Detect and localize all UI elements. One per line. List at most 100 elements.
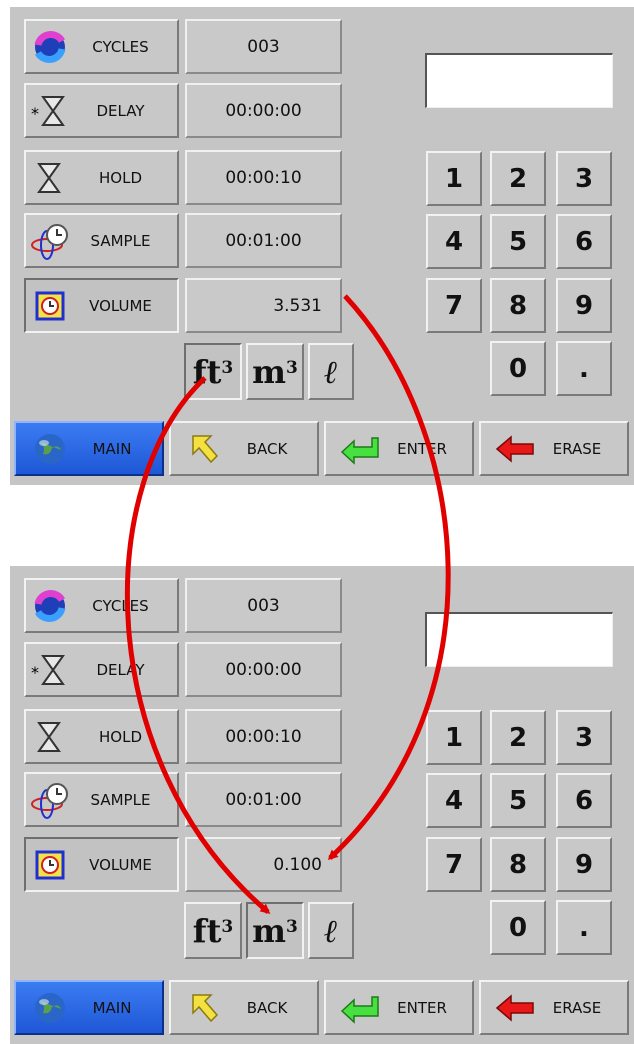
hold-value[interactable]: 00:00:10 — [185, 709, 342, 764]
cycles-value[interactable]: 003 — [185, 578, 342, 633]
hourglass-delay-icon: * — [31, 95, 65, 126]
key-3[interactable]: 3 — [556, 710, 612, 765]
sample-button[interactable]: SAMPLE — [24, 213, 179, 268]
unit-ft3-label: ft — [192, 911, 222, 950]
hourglass-icon — [37, 721, 61, 752]
unit-liter-label: ℓ — [324, 911, 338, 950]
unit-ft3-exponent: 3 — [221, 916, 234, 937]
unit-liter-label: ℓ — [324, 352, 338, 391]
delay-value[interactable]: 00:00:00 — [185, 642, 342, 697]
cycles-label: CYCLES — [92, 37, 149, 56]
unit-ft3-button[interactable]: ft 3 — [184, 902, 242, 959]
delay-button[interactable]: * DELAY — [24, 83, 179, 138]
erase-button[interactable]: ERASE — [479, 980, 629, 1035]
key-2[interactable]: 2 — [490, 151, 546, 206]
delay-label: DELAY — [96, 660, 145, 679]
key-4[interactable]: 4 — [426, 773, 482, 828]
hold-label: HOLD — [99, 727, 142, 746]
unit-m3-button[interactable]: m3 — [246, 343, 304, 400]
key-0[interactable]: 0 — [490, 900, 546, 955]
cycles-value[interactable]: 003 — [185, 19, 342, 74]
key-decimal[interactable]: . — [556, 900, 612, 955]
key-6[interactable]: 6 — [556, 214, 612, 269]
numeric-display — [425, 612, 613, 667]
key-8[interactable]: 8 — [490, 278, 546, 333]
screen-before: CYCLES * DELAY HOLD SAMPLE VOLUME 003 00… — [10, 7, 634, 485]
key-4[interactable]: 4 — [426, 214, 482, 269]
volume-label: VOLUME — [89, 296, 152, 315]
delay-button[interactable]: * DELAY — [24, 642, 179, 697]
enter-button[interactable]: ENTER — [324, 980, 474, 1035]
key-7[interactable]: 7 — [426, 278, 482, 333]
clock-atom-icon — [31, 223, 68, 260]
enter-label: ENTER — [397, 998, 447, 1017]
unit-m3-label: m — [252, 911, 286, 950]
hold-value[interactable]: 00:00:10 — [185, 150, 342, 205]
volume-cube-icon — [35, 291, 65, 320]
enter-button[interactable]: ENTER — [324, 421, 474, 476]
unit-liter-button[interactable]: ℓ — [308, 343, 354, 400]
key-1[interactable]: 1 — [426, 151, 482, 206]
back-arrow-icon — [192, 434, 219, 463]
erase-arrow-icon — [495, 993, 534, 1022]
back-arrow-icon — [192, 993, 219, 1022]
unit-ft3-button[interactable]: ft 3 — [184, 343, 242, 400]
volume-button[interactable]: VOLUME — [24, 837, 179, 892]
key-2[interactable]: 2 — [490, 710, 546, 765]
erase-label: ERASE — [552, 998, 602, 1017]
svg-text:*: * — [31, 104, 39, 123]
back-label: BACK — [246, 439, 288, 458]
unit-m3-exponent: 3 — [286, 357, 298, 378]
sample-label: SAMPLE — [90, 231, 151, 250]
volume-button[interactable]: VOLUME — [24, 278, 179, 333]
erase-button[interactable]: ERASE — [479, 421, 629, 476]
back-button[interactable]: BACK — [169, 421, 319, 476]
key-8[interactable]: 8 — [490, 837, 546, 892]
volume-value[interactable]: 0.100 — [185, 837, 342, 892]
key-9[interactable]: 9 — [556, 837, 612, 892]
enter-arrow-icon — [340, 436, 379, 465]
unit-m3-label: m — [252, 352, 286, 391]
key-3[interactable]: 3 — [556, 151, 612, 206]
sample-value[interactable]: 00:01:00 — [185, 213, 342, 268]
back-button[interactable]: BACK — [169, 980, 319, 1035]
key-6[interactable]: 6 — [556, 773, 612, 828]
hold-button[interactable]: HOLD — [24, 709, 179, 764]
screen-after: CYCLES * DELAY HOLD SAMPLE VOLUME 003 00… — [10, 566, 634, 1044]
sample-button[interactable]: SAMPLE — [24, 772, 179, 827]
unit-m3-button[interactable]: m3 — [246, 902, 304, 959]
key-5[interactable]: 5 — [490, 214, 546, 269]
cycles-button[interactable]: CYCLES — [24, 19, 179, 74]
enter-label: ENTER — [397, 439, 447, 458]
hourglass-delay-icon: * — [31, 654, 65, 685]
main-label: MAIN — [92, 439, 132, 458]
unit-ft3-exponent: 3 — [221, 357, 234, 378]
volume-value[interactable]: 3.531 — [185, 278, 342, 333]
cycles-button[interactable]: CYCLES — [24, 578, 179, 633]
hourglass-icon — [37, 162, 61, 193]
enter-arrow-icon — [340, 995, 379, 1024]
key-0[interactable]: 0 — [490, 341, 546, 396]
cycles-icon — [34, 589, 66, 622]
cycles-label: CYCLES — [92, 596, 149, 615]
cycles-icon — [34, 30, 66, 63]
main-button[interactable]: MAIN — [14, 421, 164, 476]
key-5[interactable]: 5 — [490, 773, 546, 828]
globe-icon — [35, 433, 65, 464]
sample-value[interactable]: 00:01:00 — [185, 772, 342, 827]
back-label: BACK — [246, 998, 288, 1017]
svg-text:*: * — [31, 663, 39, 682]
key-7[interactable]: 7 — [426, 837, 482, 892]
delay-value[interactable]: 00:00:00 — [185, 83, 342, 138]
main-button[interactable]: MAIN — [14, 980, 164, 1035]
unit-ft3-label: ft — [192, 352, 222, 391]
hold-label: HOLD — [99, 168, 142, 187]
delay-label: DELAY — [96, 101, 145, 120]
unit-liter-button[interactable]: ℓ — [308, 902, 354, 959]
volume-cube-icon — [35, 850, 65, 879]
hold-button[interactable]: HOLD — [24, 150, 179, 205]
key-decimal[interactable]: . — [556, 341, 612, 396]
key-1[interactable]: 1 — [426, 710, 482, 765]
key-9[interactable]: 9 — [556, 278, 612, 333]
sample-label: SAMPLE — [90, 790, 151, 809]
